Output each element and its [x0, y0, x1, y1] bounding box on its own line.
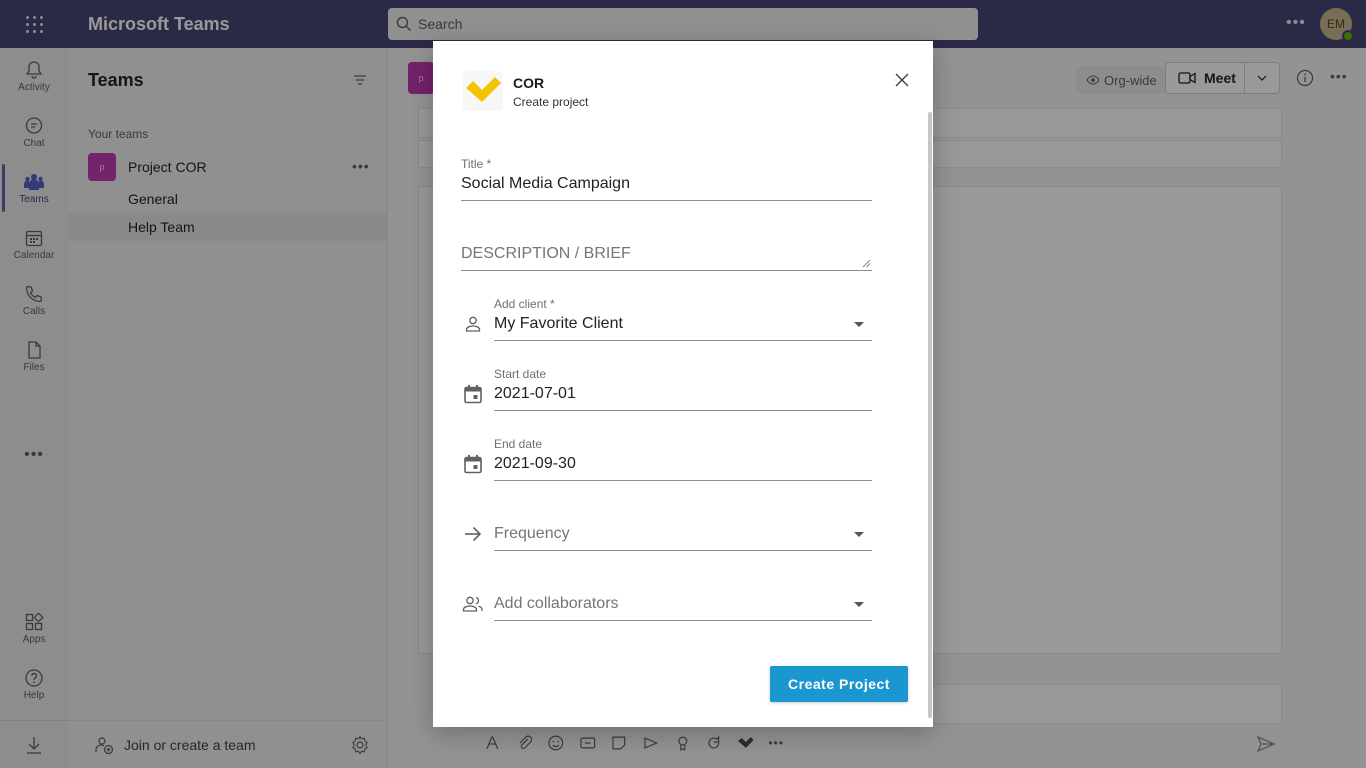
close-icon — [895, 73, 909, 87]
title-value: Social Media Campaign — [461, 175, 630, 192]
dropdown-caret-icon — [854, 322, 864, 327]
calendar-icon — [464, 385, 482, 404]
dialog-scrollbar[interactable] — [928, 112, 932, 718]
dialog-app-name: COR — [513, 75, 545, 91]
create-project-dialog: COR Create project Title * Social Media … — [433, 41, 933, 727]
start-date-value: 2021-07-01 — [494, 385, 576, 402]
collaborators-placeholder: Add collaborators — [494, 595, 619, 612]
end-date-value: 2021-09-30 — [494, 455, 576, 472]
dropdown-caret-icon — [854, 532, 864, 537]
client-value: My Favorite Client — [494, 315, 623, 332]
end-date-field[interactable]: End date 2021-09-30 — [494, 435, 872, 481]
frequency-select[interactable]: Frequency — [494, 505, 872, 551]
description-placeholder: DESCRIPTION / BRIEF — [461, 245, 631, 262]
resize-grip-icon[interactable] — [862, 259, 871, 268]
title-field[interactable]: Title * Social Media Campaign — [461, 155, 872, 201]
arrow-right-icon — [465, 526, 482, 542]
close-button[interactable] — [891, 69, 913, 91]
collaborators-select[interactable]: Add collaborators — [494, 575, 872, 621]
dropdown-caret-icon — [854, 602, 864, 607]
cor-logo-icon — [466, 77, 501, 102]
dialog-subtitle: Create project — [513, 95, 589, 109]
description-textarea[interactable]: DESCRIPTION / BRIEF — [461, 235, 872, 271]
title-label: Title * — [461, 157, 492, 171]
client-label: Add client * — [494, 297, 555, 311]
client-select[interactable]: Add client * My Favorite Client — [494, 295, 872, 341]
create-project-button[interactable]: Create Project — [770, 666, 908, 702]
frequency-placeholder: Frequency — [494, 525, 570, 542]
cor-logo — [463, 71, 503, 111]
end-date-label: End date — [494, 437, 543, 451]
people-icon — [462, 596, 483, 612]
person-icon — [465, 316, 481, 332]
calendar-icon — [464, 455, 482, 474]
start-date-field[interactable]: Start date 2021-07-01 — [494, 365, 872, 411]
start-date-label: Start date — [494, 367, 547, 381]
